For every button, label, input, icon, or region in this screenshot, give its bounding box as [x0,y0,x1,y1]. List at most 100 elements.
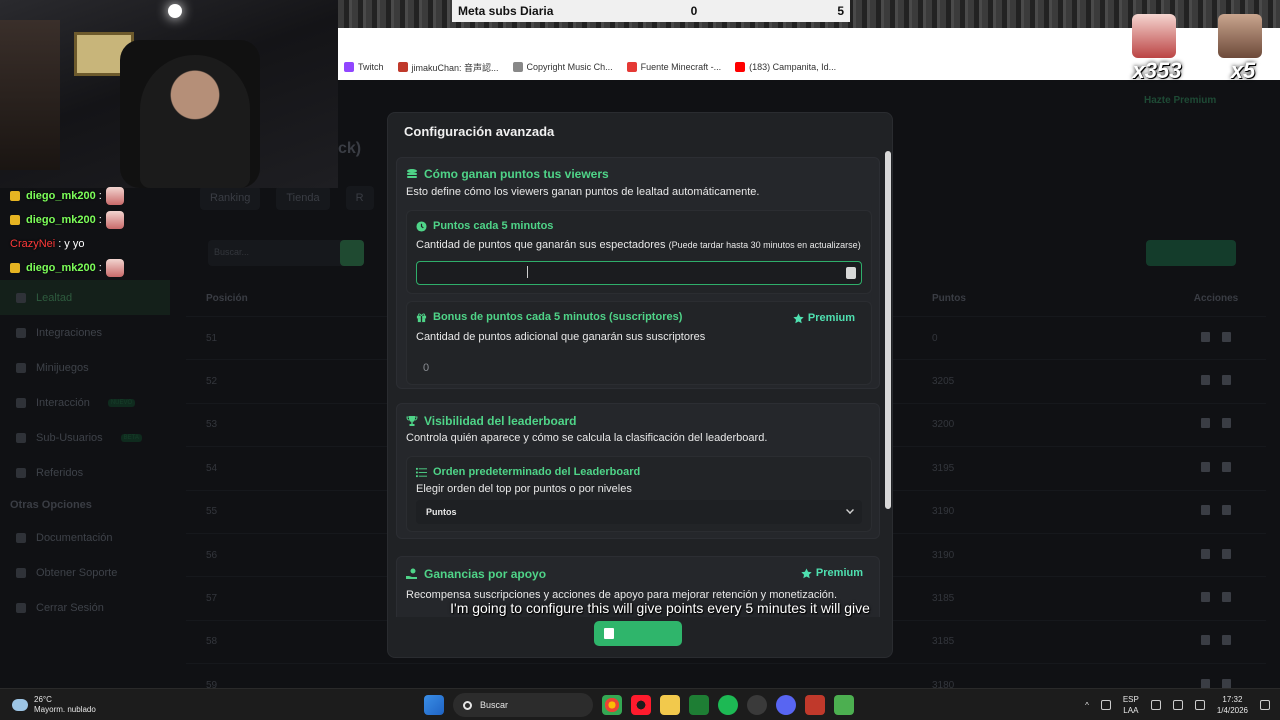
notifications-icon[interactable] [1260,700,1270,710]
chat-username[interactable]: diego_mk200 [26,214,96,226]
volume-icon[interactable] [1172,700,1183,710]
clock-icon [416,220,427,232]
windows-start-icon[interactable] [424,695,444,715]
edit-icon[interactable] [1201,592,1210,603]
bookmark-campanita[interactable]: (183) Campanita, Id... [735,62,836,72]
sub-badge-icon [10,215,20,225]
hazte-premium-link[interactable]: Hazte Premium [1144,95,1216,106]
bookmark-jimaku[interactable]: jimakuChan: 音声認... [397,61,499,74]
advanced-settings-modal: Configuración avanzada Cómo ganan puntos… [387,112,893,658]
subscriber-bonus-desc: Cantidad de puntos adicional que ganarán… [416,331,706,343]
taskbar-search[interactable]: Buscar [453,693,593,717]
leaderboard-section: Visibilidad del leaderboard Controla qui… [396,403,880,539]
tab-ranking[interactable]: Ranking [200,186,261,210]
clock[interactable]: 17:32 1/4/2026 [1217,694,1248,716]
add-button[interactable] [1146,240,1236,266]
sidebar-section-title: Otras Opciones [10,499,92,511]
points-section: Cómo ganan puntos tus viewers Esto defin… [396,157,880,389]
microphone-icon[interactable] [1100,700,1111,710]
temperature: 26°C [34,695,52,704]
trash-icon[interactable] [1222,331,1231,342]
edit-icon[interactable] [1201,418,1210,429]
sidebar-item-documentacion[interactable]: Documentación [0,520,170,555]
search-button[interactable] [340,240,364,266]
points-every-5-input[interactable] [416,261,862,285]
leaderboard-order-select[interactable]: Puntos [416,500,862,524]
modal-title: Configuración avanzada [404,124,555,139]
chat-separator: : [98,214,102,226]
points-section-desc: Esto define cómo los viewers ganan punto… [406,186,760,198]
minecraft-icon[interactable] [834,695,854,715]
excel-icon[interactable] [689,695,709,715]
sidebar-item-integraciones[interactable]: Integraciones [0,315,170,350]
points-cell: 3205 [932,376,955,388]
discord-icon[interactable] [776,695,796,715]
trash-icon[interactable] [1222,635,1231,646]
number-spinner[interactable] [846,267,856,279]
trash-icon[interactable] [1222,418,1231,429]
folder-icon[interactable] [660,695,680,715]
trash-icon[interactable] [1222,592,1231,603]
emote-counter: x353 [1122,14,1182,84]
subscriber-bonus-input[interactable]: 0 [423,362,429,374]
stream-subtitle: I'm going to configure this will give po… [450,600,870,616]
anime-girl-emote [1132,14,1176,58]
edit-icon[interactable] [1201,548,1210,559]
chevron-up-icon[interactable]: ^ [1085,701,1089,710]
settings-icon[interactable] [747,695,767,715]
weather-widget[interactable]: 26°C Mayorm. nublado [12,695,96,715]
coins-icon [407,169,417,178]
tab-r[interactable]: R [345,186,374,210]
premium-badge: Premium [801,567,863,579]
trash-icon[interactable] [1222,505,1231,516]
modal-content: Cómo ganan puntos tus viewers Esto defin… [396,157,882,617]
sidebar-item-soporte[interactable]: Obtener Soporte [0,555,170,590]
trash-icon[interactable] [1222,461,1231,472]
trash-icon[interactable] [1222,548,1231,559]
chat-message: CrazyNei :y yo [0,232,200,256]
chrome-icon[interactable] [602,695,622,715]
edit-icon[interactable] [1201,375,1210,386]
language-indicator[interactable]: ESP LAA [1123,694,1139,716]
points-section-header: Cómo ganan puntos tus viewers [406,167,609,181]
spotify-icon[interactable] [718,695,738,715]
gift-icon [416,312,427,322]
save-button[interactable] [594,621,682,646]
opera-icon[interactable] [631,695,651,715]
chat-username[interactable]: diego_mk200 [26,190,96,202]
edit-icon[interactable] [1201,461,1210,472]
chat-message: diego_mk200 : [0,208,200,232]
network-icon[interactable] [1150,700,1161,710]
sidebar-item-sub-usuarios[interactable]: Sub-Usuarios BETA [0,420,170,455]
face-emote [1218,14,1262,58]
scrollbar[interactable] [885,151,891,509]
tab-tienda[interactable]: Tienda [276,186,330,210]
bookmark-minecraft[interactable]: Fuente Minecraft -... [626,62,721,72]
sidebar-item-cerrar-sesion[interactable]: Cerrar Sesión [0,590,170,625]
chat-text: y yo [64,238,85,250]
support-earnings-header: Ganancias por apoyo [406,567,546,581]
voicemod-icon[interactable] [805,695,825,715]
battery-icon[interactable] [1194,700,1205,710]
trophy-icon [406,416,418,426]
edit-icon[interactable] [1201,505,1210,516]
chat-username[interactable]: CrazyNei [10,238,55,250]
goal-max: 5 [837,4,844,18]
lealtad-icon [16,292,26,303]
minijuegos-icon [16,362,26,373]
save-icon [604,628,614,639]
chat-username[interactable]: diego_mk200 [26,262,96,274]
list-icon [416,467,427,477]
edit-icon[interactable] [1201,331,1210,342]
trash-icon[interactable] [1222,375,1231,386]
bookmark-twitch[interactable]: Twitch [344,62,384,72]
sidebar-item-minijuegos[interactable]: Minijuegos [0,350,170,385]
star-icon [801,567,812,578]
system-tray: ^ ESP LAA 17:32 1/4/2026 [1085,694,1270,716]
points-every-5-desc: Cantidad de puntos que ganarán sus espec… [416,239,861,251]
sidebar-item-lealtad[interactable]: Lealtad [0,280,170,315]
sidebar-item-interaccion[interactable]: Interacción NUEVO [0,385,170,420]
bookmark-copyright[interactable]: Copyright Music Ch... [512,62,613,72]
edit-icon[interactable] [1201,635,1210,646]
sidebar-item-referidos[interactable]: Referidos [0,455,170,490]
